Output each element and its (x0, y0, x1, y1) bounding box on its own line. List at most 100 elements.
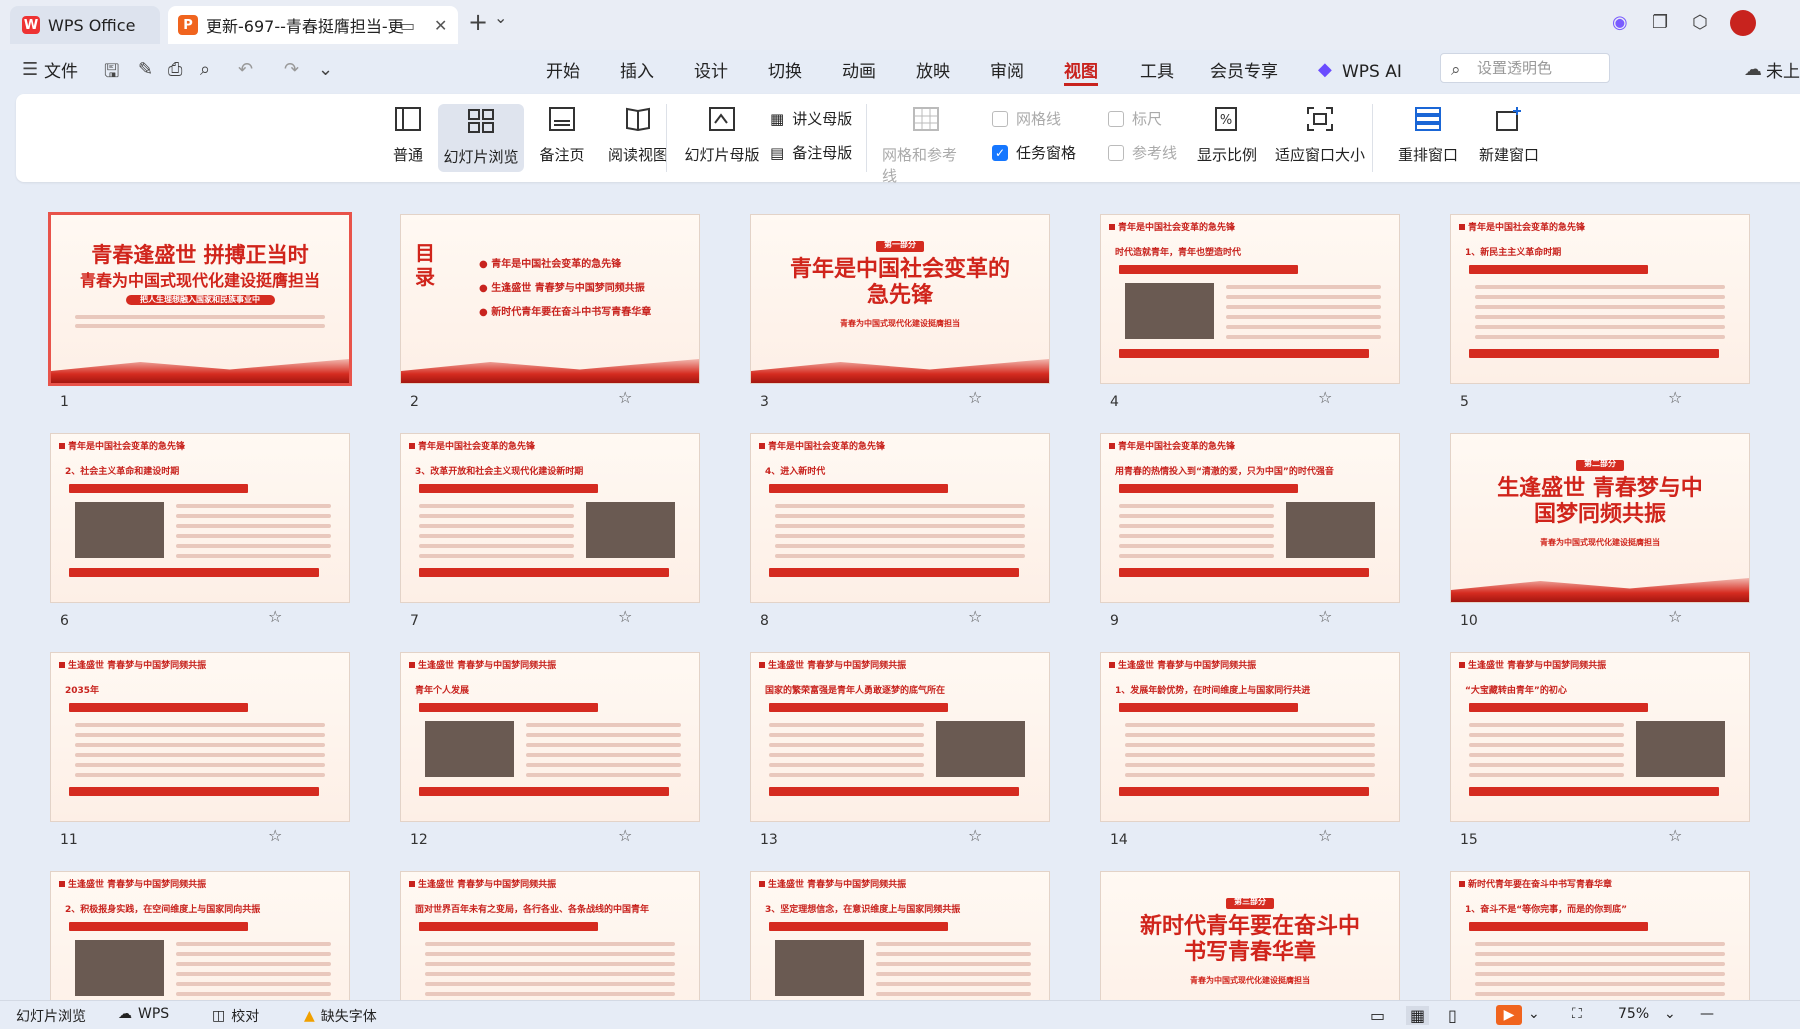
slide-thumbnail-cell[interactable]: 生逢盛世 青春梦与中国梦同频共振 2035年 11 ☆ (50, 652, 350, 852)
ruler-check[interactable] (1108, 110, 1124, 127)
missing-font-button[interactable]: ▲ 缺失字体 (304, 1006, 377, 1026)
favorite-star-icon[interactable]: ☆ (618, 388, 632, 407)
menu-tools[interactable]: 工具 (1140, 58, 1174, 86)
favorite-star-icon[interactable]: ☆ (618, 826, 632, 845)
favorite-star-icon[interactable]: ☆ (1318, 826, 1332, 845)
ai-assistant-icon[interactable]: ◉ (1612, 12, 1628, 33)
slide-thumbnail-cell[interactable]: 生逢盛世 青春梦与中国梦同频共振 面对世界百年未有之变局，各行各业、各条战线的中国… (400, 871, 700, 1000)
ruler-checkbox[interactable]: 标尺 (1108, 108, 1162, 129)
slide-thumbnail-cell[interactable]: 生逢盛世 青春梦与中国梦同频共振2、积极报身实践，在空间维度上与国家同向共振16… (50, 871, 350, 1000)
slide-thumbnail-cell[interactable]: 青年是中国社会变革的急先锋 4、进入新时代 8 ☆ (750, 433, 1050, 633)
upload-label[interactable]: 未上 (1766, 58, 1800, 86)
zoom-button[interactable]: % 显示比例 (1194, 102, 1260, 165)
menu-slideshow[interactable]: 放映 (916, 58, 950, 86)
wps-status-item[interactable]: ☁ WPS (118, 1006, 169, 1022)
slide-thumbnail-cell[interactable]: 青年是中国社会变革的急先锋 1、新民主主义革命时期 5 ☆ (1450, 214, 1750, 414)
favorite-star-icon[interactable]: ☆ (268, 607, 282, 626)
hamburger-menu-icon[interactable]: ☰ (22, 59, 38, 80)
slide-thumbnail[interactable]: 青春逢盛世 拼搏正当时 青春为中国式现代化建设挺膺担当 把人生理想融入国家和民族事业… (48, 212, 352, 386)
slide-thumbnail-cell[interactable]: 青年是中国社会变革的急先锋 3、改革开放和社会主义现代化建设新时期 7 ☆ (400, 433, 700, 633)
play-options-chevron-icon[interactable]: ⌄ (1528, 1006, 1540, 1022)
slide-thumbnail[interactable]: 第一部分 青年是中国社会变革的急先锋 青春为中国式现代化建设挺膺担当 (750, 214, 1050, 384)
favorite-star-icon[interactable]: ☆ (1318, 607, 1332, 626)
normal-view-status-icon[interactable]: ▭ (1370, 1006, 1385, 1025)
notes-page-button[interactable]: 备注页 (532, 102, 592, 165)
slide-thumbnail[interactable]: 生逢盛世 青春梦与中国梦同频共振 2、积极报身实践，在空间维度上与国家同向共振 (50, 871, 350, 1000)
guides-checkbox[interactable]: 参考线 (1108, 142, 1177, 163)
menu-design[interactable]: 设计 (694, 58, 728, 86)
slide-thumbnail[interactable]: 青年是中国社会变革的急先锋 3、改革开放和社会主义现代化建设新时期 (400, 433, 700, 603)
gridlines-check[interactable] (992, 110, 1008, 127)
task-pane-checkbox[interactable]: ✓ 任务窗格 (992, 142, 1076, 163)
slide-thumbnail-cell[interactable]: 青年是中国社会变革的急先锋 用青春的热情投入到“清澈的爱，只为中国”的时代强音 9 ☆ (1100, 433, 1400, 633)
slide-sorter-status-icon[interactable]: ▦ (1406, 1006, 1430, 1025)
slide-thumbnail-cell[interactable]: 青春逢盛世 拼搏正当时 青春为中国式现代化建设挺膺担当 把人生理想融入国家和民族事业… (48, 212, 352, 414)
favorite-star-icon[interactable]: ☆ (1668, 826, 1682, 845)
menu-insert[interactable]: 插入 (620, 58, 654, 86)
favorite-star-icon[interactable]: ☆ (618, 607, 632, 626)
slide-thumbnail[interactable]: 生逢盛世 青春梦与中国梦同频共振 “大宝藏转由青年”的初心 (1450, 652, 1750, 822)
menu-animation[interactable]: 动画 (842, 58, 876, 86)
slide-thumbnail[interactable]: 生逢盛世 青春梦与中国梦同频共振 青年个人发展 (400, 652, 700, 822)
more-chevron-icon[interactable]: ⌄ (318, 59, 333, 80)
reading-view-status-icon[interactable]: ▯ (1448, 1006, 1457, 1025)
tab-document[interactable]: P 更新-697--青春挺膺担当-更 ▭ ✕ (168, 6, 458, 44)
new-window-button[interactable]: 新建窗口 (1474, 102, 1544, 165)
menu-transition[interactable]: 切换 (768, 58, 802, 86)
slide-thumbnail-cell[interactable]: 第二部分 生逢盛世 青春梦与中国梦同频共振 青春为中国式现代化建设挺膺担当 10 ☆ (1450, 433, 1750, 633)
slide-sorter-button[interactable]: 幻灯片浏览 (438, 104, 524, 172)
slide-thumbnail[interactable]: 青年是中国社会变革的急先锋 1、新民主主义革命时期 (1450, 214, 1750, 384)
redo-icon[interactable]: ↷ (284, 59, 299, 80)
slide-thumbnail[interactable]: 青年是中国社会变革的急先锋 用青春的热情投入到“清澈的爱，只为中国”的时代强音 (1100, 433, 1400, 603)
tab-list-chevron-icon[interactable]: ⌄ (494, 8, 507, 27)
normal-view-button[interactable]: 普通 (386, 102, 430, 165)
guides-check[interactable] (1108, 144, 1124, 161)
cloud-upload-icon[interactable]: ☁ (1744, 59, 1762, 80)
slide-thumbnail-cell[interactable]: 第一部分 青年是中国社会变革的急先锋 青春为中国式现代化建设挺膺担当 3 ☆ (750, 214, 1050, 414)
slide-thumbnail[interactable]: 生逢盛世 青春梦与中国梦同频共振 1、发展年龄优势，在时间维度上与国家同行共进 (1100, 652, 1400, 822)
favorite-star-icon[interactable]: ☆ (1668, 607, 1682, 626)
print-preview-icon[interactable]: ⌕ (200, 59, 210, 80)
fit-status-icon[interactable]: ⛶ (1572, 1006, 1582, 1022)
tab-wps-home[interactable]: W WPS Office (10, 6, 160, 44)
favorite-star-icon[interactable]: ☆ (968, 388, 982, 407)
reading-view-button[interactable]: 阅读视图 (600, 102, 676, 165)
menu-review[interactable]: 审阅 (990, 58, 1024, 86)
slide-thumbnail-cell[interactable]: 第三部分新时代青年要在奋斗中书写青春华章青春为中国式现代化建设挺膺担当19☆ (1100, 871, 1400, 1000)
slide-thumbnail-cell[interactable]: 新时代青年要在奋斗中书写青春华章1、奋斗不是“等你完事，而是的你到底”20☆ (1450, 871, 1750, 1000)
file-menu[interactable]: 文件 (44, 58, 78, 86)
print-icon[interactable]: ⎙ (168, 59, 182, 80)
slide-thumbnail[interactable]: 青年是中国社会变革的急先锋 4、进入新时代 (750, 433, 1050, 603)
slide-thumbnail[interactable]: 青年是中国社会变革的急先锋 时代造就青年，青年也塑造时代 (1100, 214, 1400, 384)
menu-wps-ai[interactable]: WPS AI (1342, 58, 1402, 86)
grids-guides-button[interactable]: 网格和参考线 (882, 102, 970, 186)
play-slideshow-icon[interactable]: ▶ (1496, 1005, 1522, 1025)
task-pane-check[interactable]: ✓ (992, 144, 1008, 161)
zoom-chevron-icon[interactable]: ⌄ (1664, 1006, 1676, 1022)
slide-thumbnail[interactable]: 新时代青年要在奋斗中书写青春华章 1、奋斗不是“等你完事，而是的你到底” (1450, 871, 1750, 1000)
zoom-out-icon[interactable]: — (1700, 1006, 1714, 1022)
slide-thumbnail[interactable]: 青年是中国社会变革的急先锋 2、社会主义革命和建设时期 (50, 433, 350, 603)
favorite-star-icon[interactable]: ☆ (1668, 388, 1682, 407)
menu-view[interactable]: 视图 (1064, 58, 1098, 86)
zoom-level[interactable]: 75% (1618, 1006, 1649, 1022)
save-icon[interactable]: 🖫 (104, 59, 119, 89)
slide-thumbnail-cell[interactable]: 青年是中国社会变革的急先锋 2、社会主义革命和建设时期 6 ☆ (50, 433, 350, 633)
format-painter-icon[interactable]: ✎ (138, 59, 153, 80)
slide-thumbnail-cell[interactable]: 生逢盛世 青春梦与中国梦同频共振 国家的繁荣富强是青年人勇敢逐梦的底气所在 13 ☆ (750, 652, 1050, 852)
slide-thumbnail[interactable]: 第三部分 新时代青年要在奋斗中书写青春华章 青春为中国式现代化建设挺膺担当 (1100, 871, 1400, 1000)
slide-thumbnail[interactable]: 目录 ● 青年是中国社会变革的急先锋 ● 生逢盛世 青春梦与中国梦同频共振 ● 新时代… (400, 214, 700, 384)
slide-thumbnail[interactable]: 第二部分 生逢盛世 青春梦与中国梦同频共振 青春为中国式现代化建设挺膺担当 (1450, 433, 1750, 603)
slide-thumbnail-cell[interactable]: 生逢盛世 青春梦与中国梦同频共振 1、发展年龄优势，在时间维度上与国家同行共进 14… (1100, 652, 1400, 852)
menu-start[interactable]: 开始 (546, 58, 580, 86)
avatar[interactable] (1730, 10, 1756, 36)
slide-thumbnail-cell[interactable]: 青年是中国社会变革的急先锋 时代造就青年，青年也塑造时代 4 ☆ (1100, 214, 1400, 414)
slide-thumbnail[interactable]: 生逢盛世 青春梦与中国梦同频共振 国家的繁荣富强是青年人勇敢逐梦的底气所在 (750, 652, 1050, 822)
close-tab-icon[interactable]: ✕ (434, 16, 447, 35)
slide-master-button[interactable]: 幻灯片母版 (680, 102, 764, 165)
notes-master-button[interactable]: ▤ 备注母版 (770, 142, 852, 163)
slide-thumbnail-cell[interactable]: 生逢盛世 青春梦与中国梦同频共振 “大宝藏转由青年”的初心 15 ☆ (1450, 652, 1750, 852)
slide-thumbnail[interactable]: 生逢盛世 青春梦与中国梦同频共振 面对世界百年未有之变局，各行各业、各条战线的中国… (400, 871, 700, 1000)
favorite-star-icon[interactable]: ☆ (268, 826, 282, 845)
gridlines-checkbox[interactable]: 网格线 (992, 108, 1061, 129)
